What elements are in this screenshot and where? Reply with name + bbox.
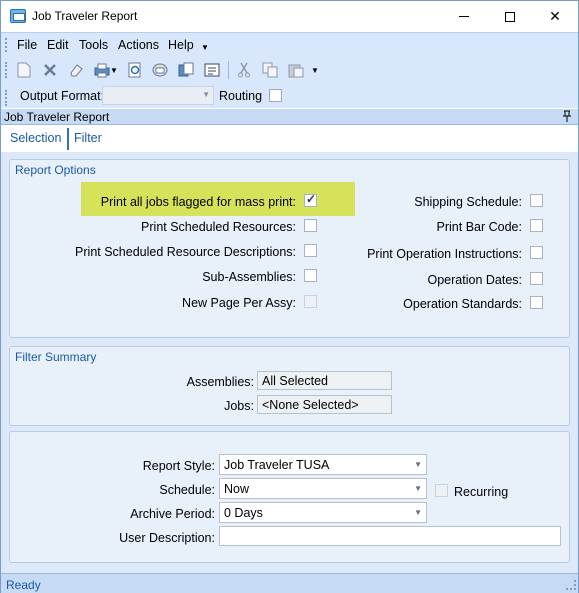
content-area: Report Options Print all jobs flagged fo… <box>1 152 578 573</box>
toolbar: ▼ ▼ <box>1 56 578 84</box>
new-page-per-assy-label: New Page Per Assy: <box>182 296 296 310</box>
output-format-label: Output Format: <box>20 89 105 103</box>
assemblies-label: Assemblies: <box>186 375 254 389</box>
toolbar-separator <box>228 61 229 79</box>
print-dropdown-icon[interactable]: ▼ <box>109 60 119 80</box>
jobs-field: <None Selected> <box>257 395 392 414</box>
chevron-down-icon: ▼ <box>414 460 422 469</box>
jobs-label: Jobs: <box>224 399 254 413</box>
user-description-input[interactable] <box>219 526 561 546</box>
operation-dates-label: Operation Dates: <box>427 273 523 287</box>
recurring-checkbox <box>435 484 448 497</box>
report-window: Job Traveler Report ✕ File Edit Tools Ac… <box>0 0 579 593</box>
menu-edit[interactable]: Edit <box>47 38 69 52</box>
report-style-label: Report Style: <box>142 459 215 473</box>
operation-instructions-label: Print Operation Instructions: <box>367 247 522 261</box>
operation-dates-checkbox[interactable] <box>530 272 543 285</box>
menu-help[interactable]: Help <box>168 38 194 52</box>
tab-selection[interactable]: Selection <box>10 131 61 145</box>
sub-assemblies-checkbox[interactable] <box>304 269 317 282</box>
chevron-down-icon: ▼ <box>414 508 422 517</box>
attach-icon[interactable] <box>176 60 196 80</box>
report-options-title: Report Options <box>15 163 96 177</box>
print-bar-code-checkbox[interactable] <box>530 219 543 232</box>
archive-period-select[interactable]: 0 Days ▼ <box>219 502 427 523</box>
format-bar: Output Format: ▼ Routing <box>1 84 578 108</box>
minimize-button[interactable] <box>441 1 487 32</box>
mass-print-label: Print all jobs flagged for mass print: <box>100 195 296 209</box>
print-bar-code-label: Print Bar Code: <box>436 220 522 234</box>
operation-instructions-checkbox[interactable] <box>530 246 543 259</box>
tab-filter[interactable]: Filter <box>74 131 102 145</box>
schedule-value: Now <box>224 482 250 496</box>
shipping-schedule-label: Shipping Schedule: <box>414 195 522 209</box>
menu-file[interactable]: File <box>17 38 37 52</box>
panel-header: Job Traveler Report <box>1 109 578 125</box>
schedule-label: Schedule: <box>159 483 215 497</box>
chevron-down-icon: ▼ <box>414 484 422 493</box>
routing-checkbox[interactable] <box>269 89 282 102</box>
operation-standards-checkbox[interactable] <box>530 296 543 309</box>
toolbar-grip[interactable] <box>5 62 8 78</box>
status-text: Ready <box>6 578 41 592</box>
app-icon <box>10 9 26 23</box>
report-settings-group: Report Style: Job Traveler TUSA ▼ Schedu… <box>9 431 570 563</box>
generate-icon[interactable] <box>202 60 222 80</box>
scheduled-resources-checkbox[interactable] <box>304 219 317 232</box>
new-page-per-assy-checkbox <box>304 295 317 308</box>
maximize-button[interactable] <box>487 1 533 32</box>
clear-icon[interactable] <box>66 60 86 80</box>
report-style-select[interactable]: Job Traveler TUSA ▼ <box>219 454 427 475</box>
user-description-label: User Description: <box>119 531 215 545</box>
resource-descriptions-checkbox[interactable] <box>304 244 317 257</box>
filter-summary-group: Filter Summary Assemblies: All Selected … <box>9 346 570 426</box>
menu-tools[interactable]: Tools <box>79 38 108 52</box>
cut-icon[interactable] <box>234 60 254 80</box>
resize-grip[interactable] <box>566 580 576 590</box>
window-title: Job Traveler Report <box>32 9 138 23</box>
status-bar: Ready <box>1 573 578 593</box>
operation-standards-label: Operation Standards: <box>403 297 522 311</box>
menu-bar: File Edit Tools Actions Help ▼ <box>1 32 578 56</box>
output-format-select[interactable]: ▼ <box>102 86 214 105</box>
pin-icon[interactable] <box>562 110 572 125</box>
tab-divider <box>67 128 69 150</box>
recurring-label: Recurring <box>454 485 509 499</box>
resource-descriptions-label: Print Scheduled Resource Descriptions: <box>75 245 296 259</box>
report-style-value: Job Traveler TUSA <box>224 458 330 472</box>
assemblies-field: All Selected <box>257 371 392 390</box>
routing-label: Routing <box>219 89 263 103</box>
new-icon[interactable] <box>14 60 34 80</box>
mass-print-checkbox[interactable] <box>304 192 317 207</box>
chevron-down-icon: ▼ <box>202 90 210 99</box>
copy-icon[interactable] <box>260 60 280 80</box>
scheduled-resources-label: Print Scheduled Resources: <box>141 220 296 234</box>
schedule-select[interactable]: Now ▼ <box>219 478 427 499</box>
menu-grip[interactable] <box>5 38 8 52</box>
menu-overflow-icon[interactable]: ▼ <box>201 43 209 52</box>
sub-assemblies-label: Sub-Assemblies: <box>202 270 296 284</box>
archive-period-label: Archive Period: <box>130 507 215 521</box>
archive-period-value: 0 Days <box>224 506 263 520</box>
panel-title: Job Traveler Report <box>4 110 110 124</box>
email-icon[interactable] <box>150 60 170 80</box>
toolbar-overflow-icon[interactable]: ▼ <box>310 60 320 80</box>
print-preview-icon[interactable] <box>125 60 145 80</box>
shipping-schedule-checkbox[interactable] <box>530 194 543 207</box>
menu-actions[interactable]: Actions <box>118 38 159 52</box>
title-bar: Job Traveler Report ✕ <box>1 1 578 32</box>
close-button[interactable]: ✕ <box>532 1 578 32</box>
tab-strip: Selection Filter <box>1 126 578 152</box>
format-bar-grip[interactable] <box>5 90 8 106</box>
delete-icon[interactable] <box>40 60 60 80</box>
filter-summary-title: Filter Summary <box>15 350 97 364</box>
report-options-group: Report Options Print all jobs flagged fo… <box>9 159 570 338</box>
paste-icon[interactable] <box>286 60 306 80</box>
